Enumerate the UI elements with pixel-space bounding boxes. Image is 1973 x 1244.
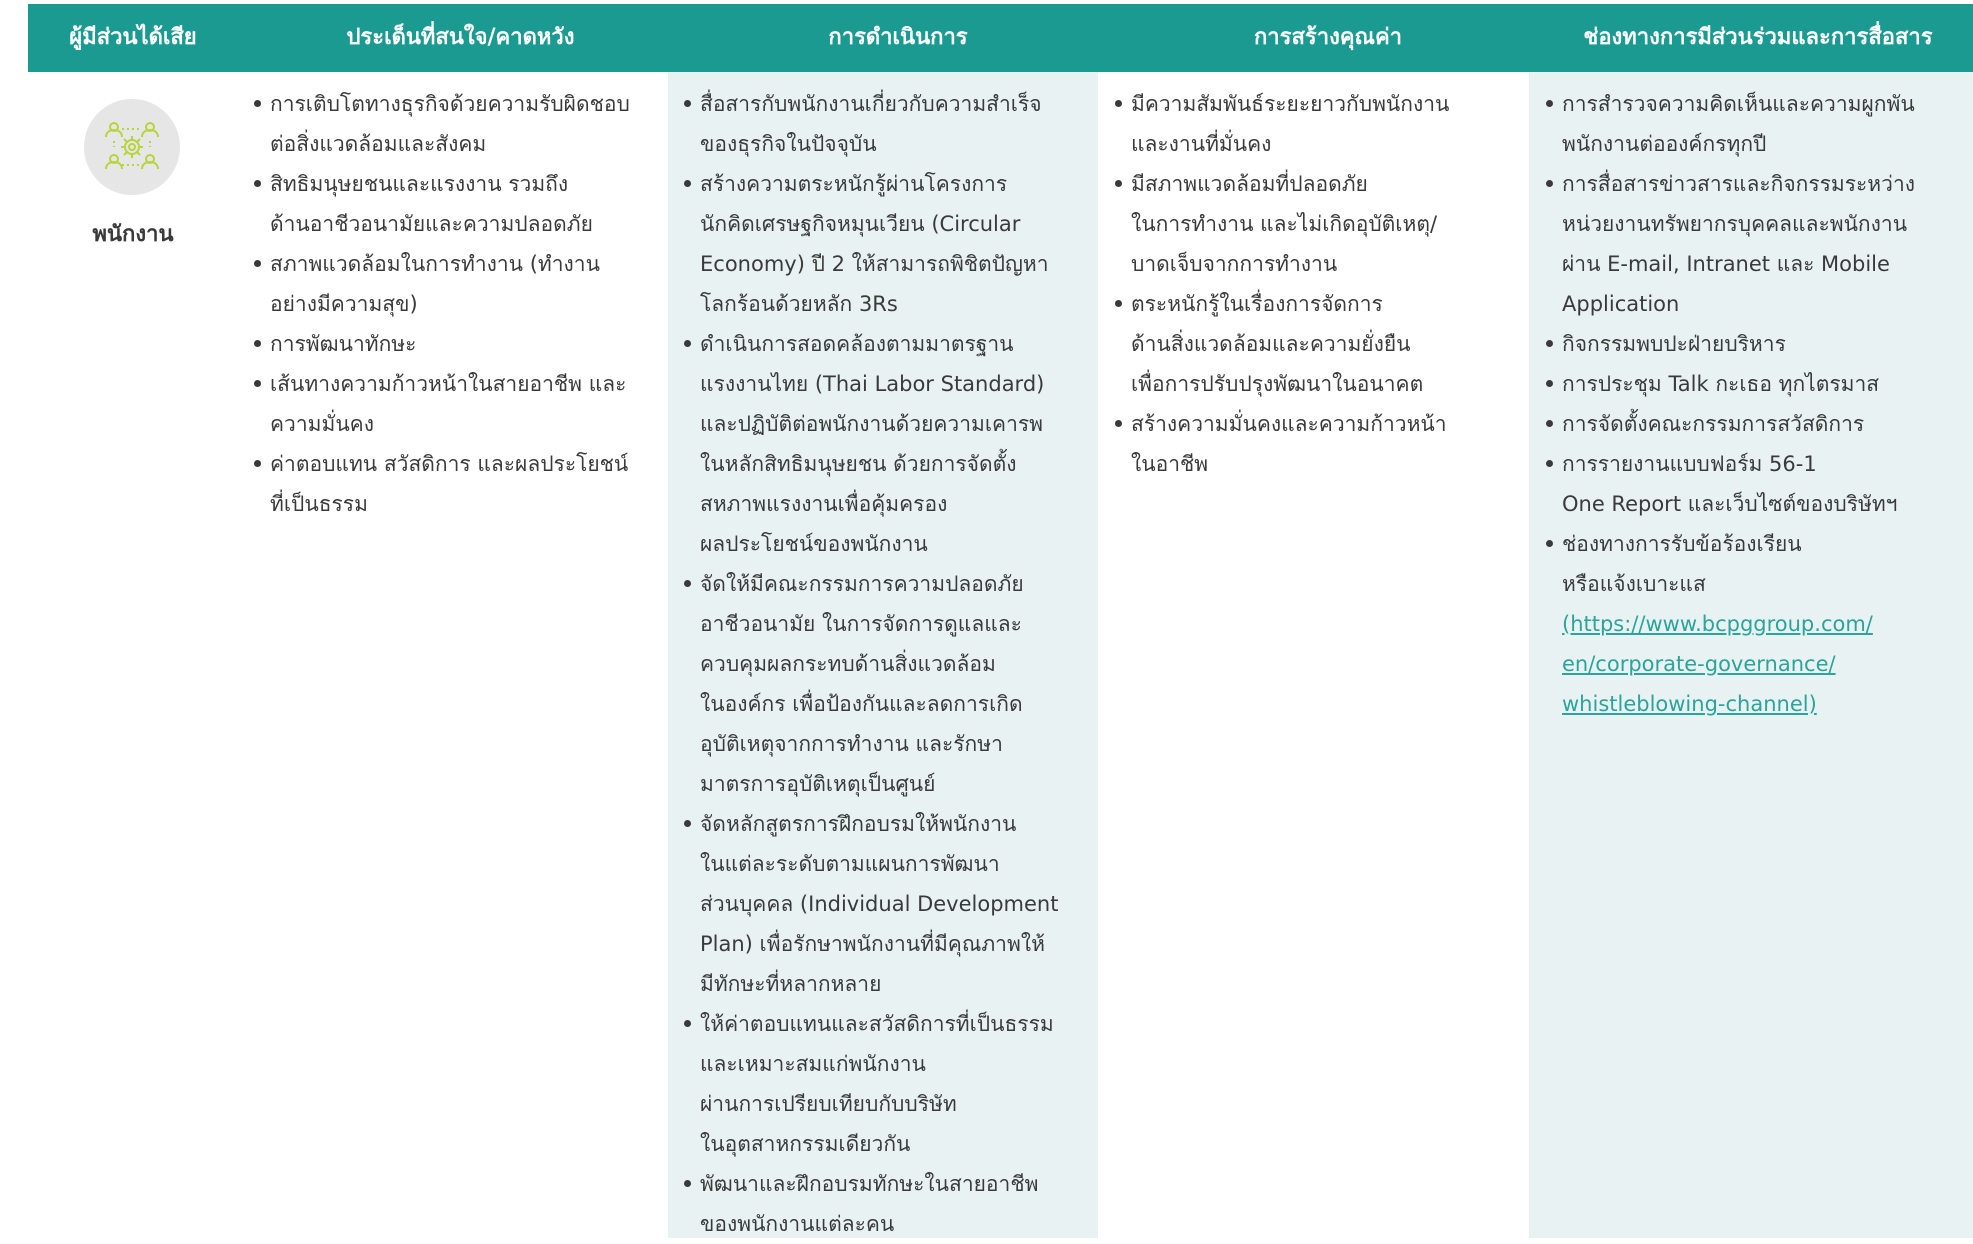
channels-list: การสำรวจความคิดเห็นและความผูกพัน พนักงานต… xyxy=(1546,84,1966,724)
list-item: พัฒนาและฝึกอบรมทักษะในสายอาชีพ ของพนักงาน… xyxy=(684,1164,1094,1244)
actions-list: สื่อสารกับพนักงานเกี่ยวกับความสำเร็จ ของธ… xyxy=(684,84,1094,1244)
list-item: ค่าตอบแทน สวัสดิการ และผลประโยชน์ ที่เป็น… xyxy=(254,444,664,524)
list-item: การจัดตั้งคณะกรรมการสวัสดิการ xyxy=(1546,404,1966,444)
list-item: การประชุม Talk กะเธอ ทุกไตรมาส xyxy=(1546,364,1966,404)
header-concerns: ประเด็นที่สนใจ/คาดหวัง xyxy=(346,24,575,50)
header-value-creation: การสร้างคุณค่า xyxy=(1253,24,1403,50)
list-item: การเติบโตทางธุรกิจด้วยความรับผิดชอบ ต่อสิ… xyxy=(254,84,664,164)
whistleblowing-link[interactable]: (https://www.bcpggroup.com/en/corporate-… xyxy=(1562,612,1873,716)
list-item: การสื่อสารข่าวสารและกิจกรรมระหว่าง หน่วยง… xyxy=(1546,164,1966,324)
list-item: สื่อสารกับพนักงานเกี่ยวกับความสำเร็จ ของธ… xyxy=(684,84,1094,164)
list-item: เส้นทางความก้าวหน้าในสายอาชีพ และ ความมั่… xyxy=(254,364,664,444)
list-item: ดำเนินการสอดคล้องตามมาตรฐาน แรงงานไทย (Th… xyxy=(684,324,1094,564)
list-item: ตระหนักรู้ในเรื่องการจัดการ ด้านสิ่งแวดล้… xyxy=(1115,284,1525,404)
table-header: ผู้มีส่วนได้เสีย ประเด็นที่สนใจ/คาดหวัง … xyxy=(28,4,1973,72)
list-item: การพัฒนาทักษะ xyxy=(254,324,664,364)
list-item: จัดหลักสูตรการฝึกอบรมให้พนักงาน ในแต่ละระ… xyxy=(684,804,1094,1004)
list-item: การสำรวจความคิดเห็นและความผูกพัน พนักงานต… xyxy=(1546,84,1966,164)
stakeholder-name: พนักงาน xyxy=(92,222,174,247)
header-channels: ช่องทางการมีส่วนร่วมและการสื่อสาร xyxy=(1583,24,1933,50)
list-item: สิทธิมนุษยชนและแรงงาน รวมถึง ด้านอาชีวอนา… xyxy=(254,164,664,244)
list-item: สร้างความตระหนักรู้ผ่านโครงการ นักคิดเศรษ… xyxy=(684,164,1094,324)
list-item: จัดให้มีคณะกรรมการความปลอดภัย อาชีวอนามัย… xyxy=(684,564,1094,804)
people-network-gear-icon xyxy=(84,99,180,195)
value-creation-list: มีความสัมพันธ์ระยะยาวกับพนักงาน และงานที่… xyxy=(1115,84,1525,484)
list-item: มีความสัมพันธ์ระยะยาวกับพนักงาน และงานที่… xyxy=(1115,84,1525,164)
list-item: ช่องทางการรับข้อร้องเรียน หรือแจ้งเบาะแส … xyxy=(1546,524,1966,724)
concerns-list: การเติบโตทางธุรกิจด้วยความรับผิดชอบ ต่อสิ… xyxy=(254,84,664,524)
list-item: มีสภาพแวดล้อมที่ปลอดภัย ในการทำงาน และไม่… xyxy=(1115,164,1525,284)
list-item: กิจกรรมพบปะฝ่ายบริหาร xyxy=(1546,324,1966,364)
header-stakeholder: ผู้มีส่วนได้เสีย xyxy=(69,24,197,50)
list-item: ให้ค่าตอบแทนและสวัสดิการที่เป็นธรรม และเห… xyxy=(684,1004,1094,1164)
list-item: สภาพแวดล้อมในการทำงาน (ทำงาน อย่างมีความส… xyxy=(254,244,664,324)
list-item: การรายงานแบบฟอร์ม 56-1 One Report และเว็บ… xyxy=(1546,444,1966,524)
list-item: สร้างความมั่นคงและความก้าวหน้า ในอาชีพ xyxy=(1115,404,1525,484)
header-actions: การดำเนินการ xyxy=(828,24,968,50)
